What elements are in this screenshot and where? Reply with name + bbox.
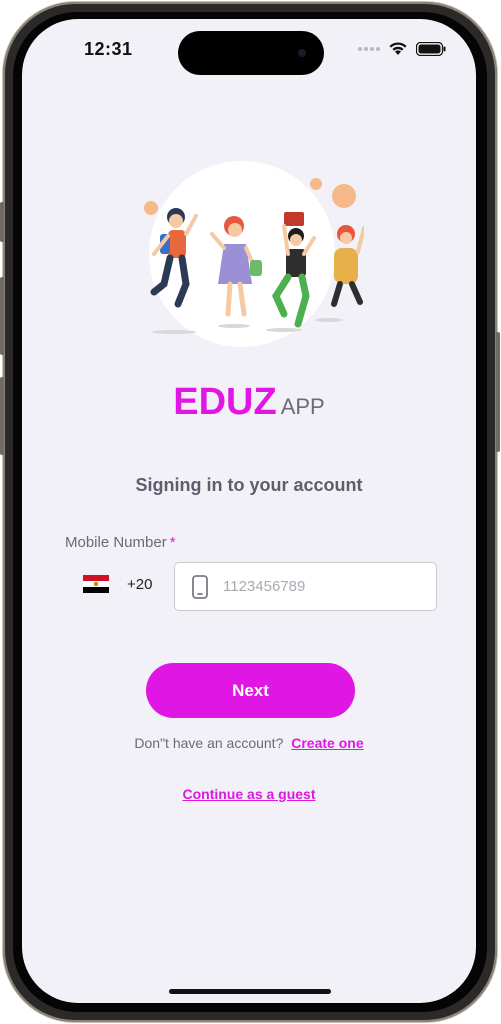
egypt-flag-icon [83, 575, 109, 593]
brand-name: EDUZ [173, 381, 277, 423]
create-account-link[interactable]: Create one [291, 735, 363, 751]
wifi-icon [389, 42, 407, 55]
smartphone-icon [192, 574, 208, 599]
guest-row: Continue as a guest [22, 786, 476, 802]
country-code: +20 [127, 575, 153, 593]
battery-icon [416, 41, 446, 56]
app-screen: 12:31 EDUZ APP Signing in to your accoun… [22, 19, 476, 1003]
front-camera-icon [298, 49, 306, 57]
dynamic-island [178, 31, 324, 75]
mobile-number-label-text: Mobile Number [65, 534, 167, 551]
volume-up-button [0, 277, 4, 355]
home-indicator[interactable] [169, 989, 331, 994]
brand-suffix: APP [280, 394, 325, 419]
students-illustration [144, 161, 364, 347]
required-marker: * [169, 534, 176, 551]
continue-as-guest-link[interactable]: Continue as a guest [182, 786, 315, 802]
mobile-number-label: Mobile Number * [65, 534, 176, 551]
status-bar: 12:31 [22, 19, 476, 79]
app-logo: EDUZ APP [22, 381, 476, 424]
mobile-number-input[interactable] [223, 578, 403, 595]
status-icons [358, 41, 446, 56]
action-button [0, 202, 4, 242]
status-time: 12:31 [84, 39, 133, 59]
signup-prompt: Don"t have an account? Create one [22, 735, 476, 751]
mobile-number-field[interactable] [174, 562, 437, 611]
volume-down-button [0, 377, 4, 455]
signup-prompt-text: Don"t have an account? [134, 735, 284, 751]
power-button [496, 332, 500, 452]
page-subtitle: Signing in to your account [135, 475, 363, 495]
country-code-selector[interactable]: +20 [83, 575, 152, 593]
signal-icon [358, 46, 380, 51]
next-button[interactable]: Next [146, 663, 355, 718]
